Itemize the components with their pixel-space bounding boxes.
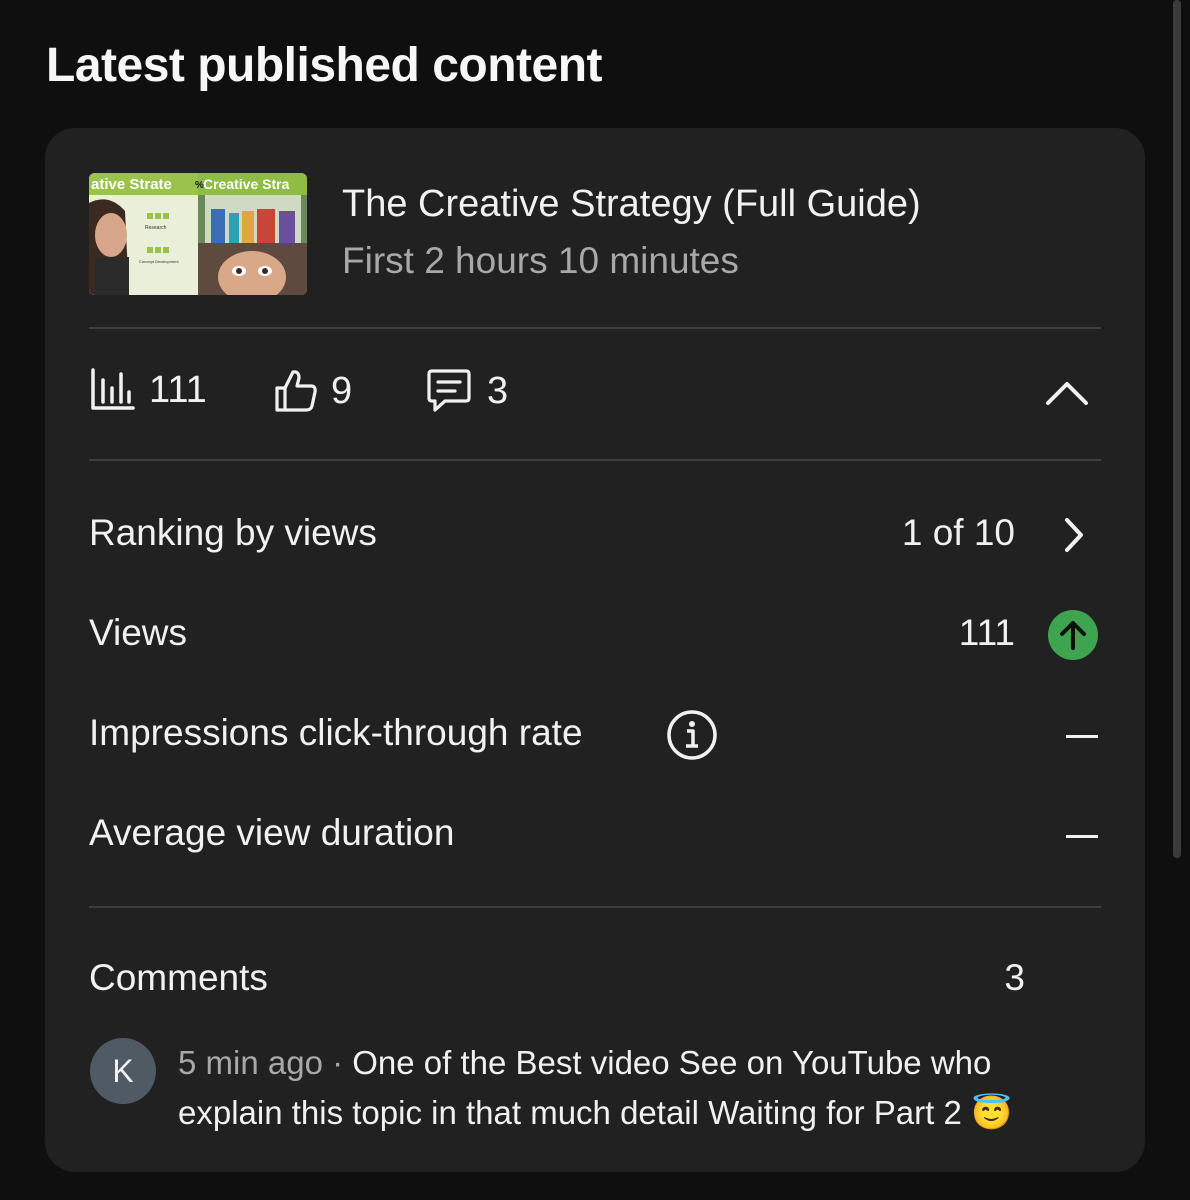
divider [89,906,1101,908]
metric-avd-label: Average view duration [89,812,455,853]
metric-ctr-value [1066,735,1098,738]
divider [89,327,1101,329]
likes-stat: 9 [273,368,352,414]
thumbnail-label-concept: Concept Development [139,259,179,264]
likes-count: 9 [331,369,353,412]
metric-ranking-label[interactable]: Ranking by views [89,512,377,554]
metric-ctr-label: Impressions click-through rate [89,712,583,753]
comments-label[interactable]: Comments [89,957,268,999]
comment-icon [425,368,473,414]
thumbnail-left-text: ative Strate [91,176,172,193]
video-title[interactable]: The Creative Strategy (Full Guide) [342,183,921,226]
page-title: Latest published content [46,39,603,92]
video-thumbnail[interactable]: ative Strate % Creative Stra Research Co… [89,173,307,295]
content-card: ative Strate % Creative Stra Research Co… [45,128,1145,1172]
views-count: 111 [149,368,207,411]
video-subtitle: First 2 hours 10 minutes [342,240,739,281]
arrow-up-icon [1048,610,1098,665]
metric-ranking-value[interactable]: 1 of 10 [902,512,1015,554]
scrollbar[interactable] [1173,0,1181,858]
chevron-right-icon[interactable] [1062,516,1086,559]
views-stat: 111 [89,368,207,412]
chevron-up-icon [1046,382,1088,405]
bar-chart-icon [89,368,135,412]
thumbnail-image: ative Strate % Creative Stra Research Co… [89,173,307,295]
comments-stat: 3 [425,368,508,414]
comment-time: 5 min ago [178,1044,323,1081]
metric-avd-value [1066,835,1098,838]
avatar[interactable]: K [90,1038,156,1104]
comment-item[interactable]: 5 min ago · One of the Best video See on… [178,1038,1078,1138]
metric-views-value: 111 [958,612,1015,653]
comment-emoji: 😇 [971,1094,1013,1131]
metric-views-label: Views [89,612,188,653]
info-icon[interactable] [666,709,718,766]
thumbnail-label-research: Research [145,225,167,231]
thumbnail-right-text: Creative Stra [203,176,290,192]
divider [89,459,1101,461]
collapse-button[interactable] [1045,380,1089,411]
comments-count: 3 [487,369,509,412]
thumbs-up-icon [273,368,319,414]
comment-separator: · [322,1044,353,1081]
comments-total: 3 [1004,957,1025,998]
